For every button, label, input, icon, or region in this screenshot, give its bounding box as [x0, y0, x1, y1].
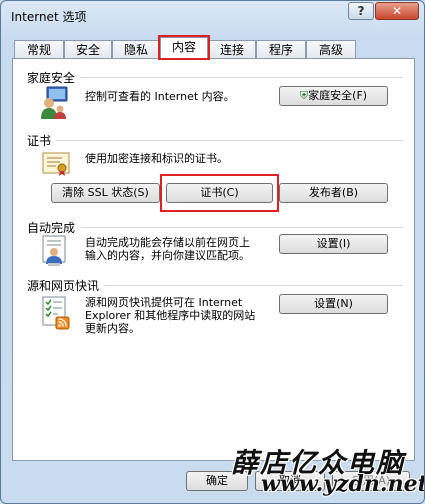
tab-advanced[interactable]: 高级 — [306, 40, 356, 59]
tab-privacy[interactable]: 隐私 — [112, 40, 160, 59]
certificate-icon — [42, 152, 70, 176]
tab-connections[interactable]: 连接 — [208, 40, 256, 59]
certificates-description: 使用加密连接和标识的证书。 — [85, 152, 228, 165]
feeds-heading: 源和网页快讯 — [27, 279, 100, 293]
feeds-settings-button[interactable]: 设置(N) — [279, 294, 388, 314]
divider — [81, 77, 403, 78]
help-button[interactable]: ? — [348, 2, 374, 20]
close-button[interactable]: ✕ — [375, 2, 419, 20]
tab-general[interactable]: 常规 — [14, 40, 64, 59]
certificates-heading: 证书 — [27, 134, 52, 148]
autocomplete-settings-button[interactable]: 设置(I) — [279, 234, 388, 254]
feeds-description-line2: Explorer 和其他程序中读取的网站 — [85, 309, 256, 322]
tab-programs[interactable]: 程序 — [256, 40, 306, 59]
content-tab-panel: 家庭安全 控制可查看的 Internet 内容。 ⛨家庭安全(F) 证书 使用加… — [12, 58, 415, 461]
tab-content[interactable]: 内容 — [160, 37, 208, 60]
divider — [105, 285, 403, 286]
certificates-button[interactable]: 证书(C) — [166, 183, 273, 203]
divider — [81, 227, 403, 228]
publishers-button[interactable]: 发布者(B) — [279, 183, 388, 203]
feeds-description-line1: 源和网页快讯提供可在 Internet — [85, 296, 243, 309]
clear-ssl-state-button[interactable]: 清除 SSL 状态(S) — [51, 183, 160, 203]
internet-options-window: Internet 选项 ? ✕ 常规 安全 隐私 内容 连接 程序 高级 家庭安… — [0, 0, 425, 504]
autocomplete-description-line1: 自动完成功能会存储以前在网页上 — [85, 236, 250, 249]
feeds-icon — [42, 296, 70, 330]
family-safety-button-label: 家庭安全(F) — [308, 89, 368, 102]
tab-security[interactable]: 安全 — [64, 40, 112, 59]
feeds-description-line3: 更新内容。 — [85, 322, 140, 335]
shield-icon: ⛨ — [299, 89, 309, 102]
divider — [56, 140, 403, 141]
watermark-url: www.yzdn.net — [261, 471, 425, 497]
autocomplete-heading: 自动完成 — [27, 221, 76, 235]
family-safety-button[interactable]: ⛨家庭安全(F) — [279, 86, 388, 106]
autocomplete-description-line2: 输入的内容，并向你建议匹配项。 — [85, 249, 250, 262]
tab-strip: 常规 安全 隐私 内容 连接 程序 高级 — [14, 37, 414, 60]
family-safety-description: 控制可查看的 Internet 内容。 — [85, 90, 235, 103]
family-safety-icon — [41, 86, 68, 119]
autocomplete-icon — [42, 235, 66, 266]
window-title: Internet 选项 — [11, 10, 87, 24]
family-safety-heading: 家庭安全 — [27, 71, 76, 85]
title-bar: Internet 选项 ? ✕ — [1, 1, 424, 29]
